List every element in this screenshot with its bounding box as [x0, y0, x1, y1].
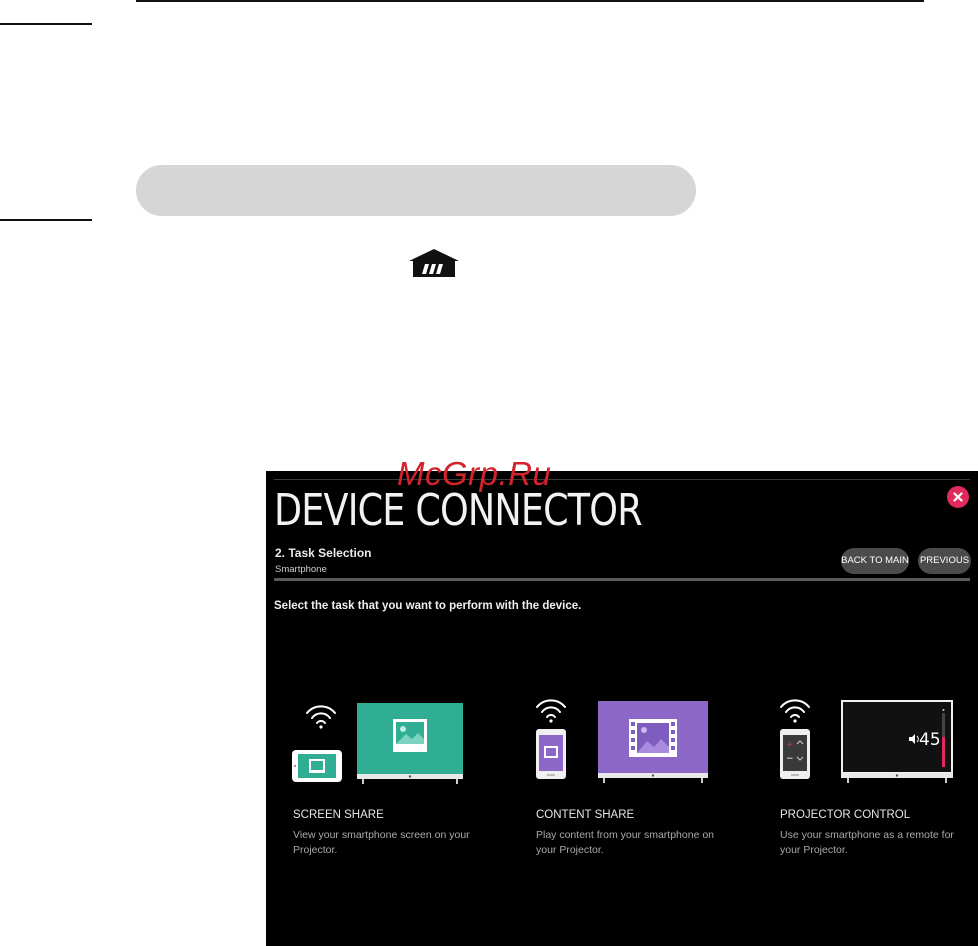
screen-share-desc: View your smartphone screen on your Proj… — [293, 829, 470, 856]
previous-button[interactable]: PREVIOUS — [918, 548, 971, 574]
device-connector-screen: DEVICE CONNECTOR 2. Task Selection Smart… — [266, 471, 978, 946]
volume-readout: 45 — [919, 730, 941, 750]
film-icon — [629, 719, 677, 757]
projector-control-illustration[interactable]: + − 45 — [778, 695, 958, 785]
svg-text:+: + — [786, 740, 794, 750]
projector-control-title[interactable]: PROJECTOR CONTROL — [780, 809, 910, 821]
projector-control-desc: Use your smartphone as a remote for your… — [780, 829, 954, 856]
device-name: Smartphone — [275, 564, 327, 575]
content-share-title[interactable]: CONTENT SHARE — [536, 809, 634, 821]
close-button[interactable] — [947, 486, 969, 508]
wifi-icon — [306, 705, 336, 729]
screen-share-title[interactable]: SCREEN SHARE — [293, 809, 384, 821]
close-icon — [953, 492, 963, 502]
content-share-illustration[interactable] — [534, 695, 714, 785]
back-to-main-button[interactable]: BACK TO MAIN — [841, 548, 909, 574]
svg-text:−: − — [786, 754, 794, 764]
section-header-bar — [136, 165, 696, 216]
side-rule-top — [0, 23, 92, 25]
top-rule — [136, 0, 924, 2]
wifi-icon — [780, 699, 810, 723]
watermark: McGrp.Ru — [397, 455, 552, 492]
header-divider — [274, 578, 970, 581]
image-icon — [393, 719, 427, 752]
screen-share-illustration[interactable] — [290, 701, 466, 785]
side-rule-bottom — [0, 219, 92, 221]
home-icon — [409, 249, 459, 277]
instruction-text: Select the task that you want to perform… — [274, 600, 582, 612]
content-share-desc: Play content from your smartphone on you… — [536, 829, 715, 856]
wifi-icon — [536, 699, 566, 723]
top-divider — [274, 479, 970, 480]
step-title: 2. Task Selection — [275, 546, 372, 560]
